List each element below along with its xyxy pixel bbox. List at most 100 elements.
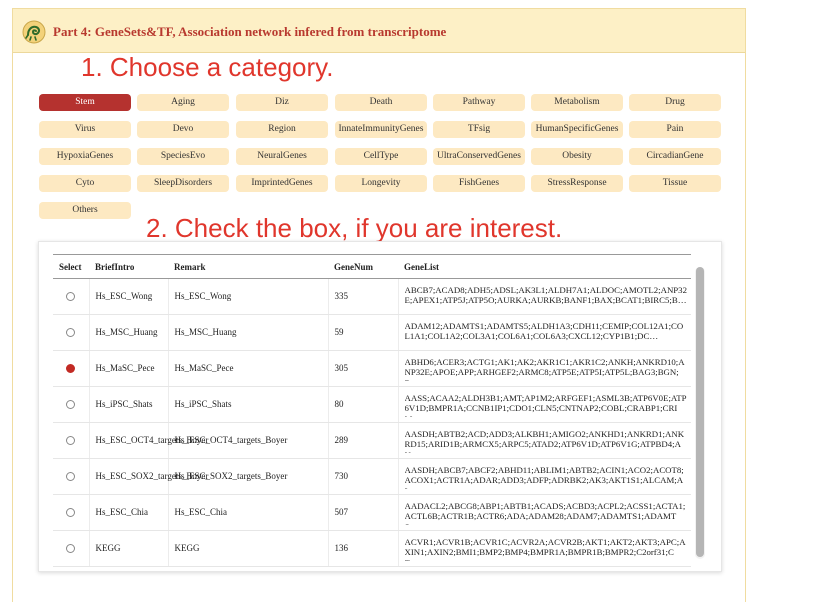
category-aging[interactable]: Aging <box>137 94 229 111</box>
genelist-text: ACVR1;ACVR1B;ACVR1C;ACVR2A;ACVR2B;AKT1;A… <box>404 536 686 561</box>
genenum-cell: 80 <box>328 386 399 423</box>
table-row[interactable]: Hs_ESC_Chia Hs_ESC_Chia 507 AADACL2;ABCG8;A… <box>53 494 691 531</box>
genenum-cell: 507 <box>328 494 399 531</box>
column-header-genelist[interactable]: GeneList <box>398 254 691 279</box>
genelist-cell: ACVR1;ACVR1B;ACVR1C;ACVR2A;ACVR2B;AKT1;A… <box>398 530 691 567</box>
genenum-cell: 59 <box>328 314 399 351</box>
briefintro-cell: Hs_ESC_SOX2_targets_Boyer <box>89 458 208 495</box>
category-humanspecificgenes[interactable]: HumanSpecificGenes <box>531 121 623 138</box>
category-metabolism[interactable]: Metabolism <box>531 94 623 111</box>
select-cell[interactable] <box>53 314 90 351</box>
select-cell[interactable] <box>53 278 90 315</box>
genelist-text: AASDH;ABCB7;ABCF2;ABHD11;ABLIM1;ABTB2;AC… <box>404 464 684 489</box>
remark-cell: Hs_ESC_SOX2_targets_Boyer <box>168 458 329 495</box>
briefintro-cell: Hs_ESC_Chia <box>89 494 169 531</box>
category-innateimmunitygenes[interactable]: InnateImmunityGenes <box>335 121 427 138</box>
genelist-cell: ABCB7;ACAD8;ADH5;ADSL;AK3L1;ALDH7A1;ALDO… <box>398 278 691 315</box>
column-header-genenum[interactable]: GeneNum <box>328 254 398 279</box>
category-circadiangene[interactable]: CircadianGene <box>629 148 721 165</box>
category-virus[interactable]: Virus <box>39 121 131 138</box>
briefintro-cell: Hs_ESC_OCT4_targets_Boyer <box>89 422 208 459</box>
scrollbar-thumb[interactable] <box>696 267 704 557</box>
category-obesity[interactable]: Obesity <box>531 148 623 165</box>
category-stem[interactable]: Stem <box>39 94 131 111</box>
category-tfsig[interactable]: TFsig <box>433 121 525 138</box>
select-radio[interactable] <box>66 364 76 374</box>
instruction-step-1: 1. Choose a category. <box>81 52 334 82</box>
table-row[interactable]: Hs_ESC_Wong Hs_ESC_Wong 335 ABCB7;ACAD8;ADH… <box>53 278 691 315</box>
category-devo[interactable]: Devo <box>137 121 229 138</box>
category-imprintedgenes[interactable]: ImprintedGenes <box>236 175 328 192</box>
select-cell[interactable] <box>53 458 90 495</box>
select-cell[interactable] <box>53 386 90 423</box>
select-cell[interactable] <box>53 350 90 387</box>
select-radio[interactable] <box>66 328 76 338</box>
instruction-step-2: 2. Check the box, if you are interest. <box>146 213 563 243</box>
category-pain[interactable]: Pain <box>629 121 721 138</box>
select-radio[interactable] <box>66 436 76 446</box>
genelist-cell: ABHD6;ACER3;ACTG1;AK1;AK2;AKR1C1;AKR1C2;… <box>398 350 691 387</box>
category-drug[interactable]: Drug <box>629 94 721 111</box>
category-pathway[interactable]: Pathway <box>433 94 525 111</box>
category-ultraconservedgenes[interactable]: UltraConservedGenes <box>433 148 525 165</box>
genelist-cell: ADAM12;ADAMTS1;ADAMTS5;ALDH1A3;CDH11;CEM… <box>398 314 691 351</box>
briefintro-cell: Hs_MaSC_Pece <box>89 350 169 387</box>
geneset-table-panel: Select BriefIntro Remark GeneNum GeneLis… <box>38 241 722 572</box>
table-row[interactable]: Hs_ESC_OCT4_targets_Boyer Hs_ESC_OCT4_tar… <box>53 422 691 459</box>
select-cell[interactable] <box>53 422 90 459</box>
category-death[interactable]: Death <box>335 94 427 111</box>
remark-cell: Hs_iPSC_Shats <box>168 386 329 423</box>
category-longevity[interactable]: Longevity <box>335 175 427 192</box>
remark-cell: Hs_MaSC_Pece <box>168 350 329 387</box>
select-radio[interactable] <box>66 400 76 410</box>
genelist-text: ABCB7;ACAD8;ADH5;ADSL;AK3L1;ALDH7A1;ALDO… <box>404 284 687 306</box>
remark-cell: KEGG <box>168 530 329 567</box>
table-row[interactable]: KEGG KEGG 136 ACVR1;ACVR1B;ACVR1C;ACVR2A;AC… <box>53 530 691 567</box>
genenum-cell: 730 <box>328 458 399 495</box>
briefintro-cell: Hs_iPSC_Shats <box>89 386 169 423</box>
genelist-cell: AASDH;ABTB2;ACD;ADD3;ALKBH1;AMIGO2;ANKHD… <box>398 422 691 459</box>
briefintro-cell: Hs_MSC_Huang <box>89 314 169 351</box>
table-row[interactable]: Hs_MSC_Huang Hs_MSC_Huang 59 ADAM12;ADAMTS1… <box>53 314 691 351</box>
column-header-briefintro[interactable]: BriefIntro <box>89 254 168 279</box>
genelist-cell: AADACL2;ABCG8;ABP1;ABTB1;ACADS;ACBD3;ACP… <box>398 494 691 531</box>
category-speciesevo[interactable]: SpeciesEvo <box>137 148 229 165</box>
genelist-text: ABHD6;ACER3;ACTG1;AK1;AK2;AKR1C1;AKR1C2;… <box>404 356 685 381</box>
category-hypoxiagenes[interactable]: HypoxiaGenes <box>39 148 131 165</box>
category-sleepdisorders[interactable]: SleepDisorders <box>137 175 229 192</box>
category-diz[interactable]: Diz <box>236 94 328 111</box>
briefintro-cell: KEGG <box>89 530 169 567</box>
remark-cell: Hs_ESC_Chia <box>168 494 329 531</box>
table-row[interactable]: Hs_MaSC_Pece Hs_MaSC_Pece 305 ABHD6;ACER3;A… <box>53 350 691 387</box>
briefintro-cell: Hs_ESC_Wong <box>89 278 169 315</box>
genenum-cell: 289 <box>328 422 399 459</box>
select-radio[interactable] <box>66 472 76 482</box>
select-radio[interactable] <box>66 508 76 518</box>
category-celltype[interactable]: CellType <box>335 148 427 165</box>
genelist-cell: AASS;ACAA2;ALDH3B1;AMT;AP1M2;ARFGEF1;ASM… <box>398 386 691 423</box>
table-row[interactable]: Hs_ESC_SOX2_targets_Boyer Hs_ESC_SOX2_tar… <box>53 458 691 495</box>
category-others[interactable]: Others <box>39 202 131 219</box>
column-header-select[interactable]: Select <box>53 254 89 279</box>
category-region[interactable]: Region <box>236 121 328 138</box>
section-title: Part 4: GeneSets&TF, Association network… <box>53 24 447 39</box>
select-radio[interactable] <box>66 292 76 302</box>
remark-cell: Hs_ESC_OCT4_targets_Boyer <box>168 422 329 459</box>
genelist-cell: AASDH;ABCB7;ABCF2;ABHD11;ABLIM1;ABTB2;AC… <box>398 458 691 495</box>
category-tissue[interactable]: Tissue <box>629 175 721 192</box>
category-cyto[interactable]: Cyto <box>39 175 131 192</box>
genelist-text: AASS;ACAA2;ALDH3B1;AMT;AP1M2;ARFGEF1;ASM… <box>404 392 687 417</box>
category-stressresponse[interactable]: StressResponse <box>531 175 623 192</box>
column-header-remark[interactable]: Remark <box>168 254 328 279</box>
genenum-cell: 136 <box>328 530 399 567</box>
genelist-text: AASDH;ABTB2;ACD;ADD3;ALKBH1;AMIGO2;ANKHD… <box>404 428 685 453</box>
logo-icon <box>22 20 46 44</box>
select-cell[interactable] <box>53 494 90 531</box>
table-row[interactable]: Hs_iPSC_Shats Hs_iPSC_Shats 80 AASS;ACAA2;A… <box>53 386 691 423</box>
category-neuralgenes[interactable]: NeuralGenes <box>236 148 328 165</box>
select-cell[interactable] <box>53 530 90 567</box>
select-radio[interactable] <box>66 544 76 554</box>
geneset-table: Select BriefIntro Remark GeneNum GeneLis… <box>53 254 691 567</box>
category-fishgenes[interactable]: FishGenes <box>433 175 525 192</box>
table-scrollbar[interactable] <box>695 267 705 559</box>
